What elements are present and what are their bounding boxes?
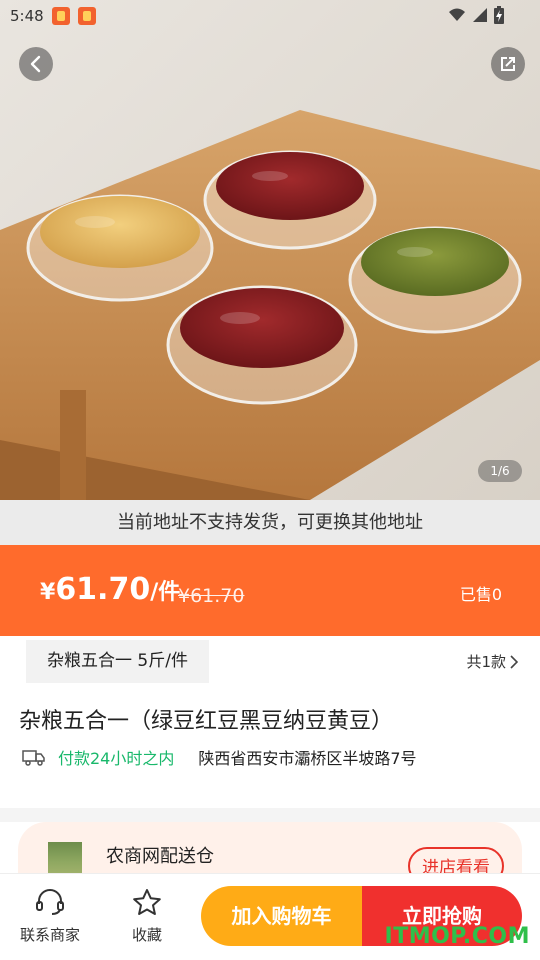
price-amount: 61.70 [55,572,151,607]
spec-option[interactable]: 杂粮五合一 5斤/件 [26,640,209,683]
currency-symbol: ¥ [40,580,56,605]
notification-app-icon-2 [77,7,96,25]
original-price: ¥61.70 [178,585,245,607]
price-unit: /件 [150,580,181,605]
status-bar: 5:48 [0,0,540,32]
watermark: ITMOP.COM [384,924,530,949]
shipping-row: 付款24小时之内 陕西省西安市灞桥区半坡路7号 [22,742,417,772]
headset-icon [36,889,64,915]
section-divider [0,808,540,822]
back-button[interactable] [19,47,53,81]
status-icons [448,6,504,24]
share-button[interactable] [491,47,525,81]
contact-label: 联系商家 [19,926,80,944]
status-time: 5:48 [10,7,44,25]
product-title: 杂粮五合一（绿豆红豆黑豆纳豆黄豆） [19,709,394,734]
add-to-cart-button[interactable]: 加入购物车 [201,886,362,946]
contact-merchant-button[interactable]: 联系商家 [10,888,90,945]
delivery-truck-icon [22,750,45,766]
spec-count-label: 共1款 [466,653,506,671]
beans-photo [0,0,540,500]
product-image[interactable]: 1/6 [0,0,540,500]
chevron-left-icon [30,55,41,73]
battery-icon [494,6,504,24]
address-notice[interactable]: 当前地址不支持发货，可更换其他地址 [0,500,540,545]
signal-icon [473,8,487,22]
favorite-label: 收藏 [131,926,162,944]
current-price: ¥61.70/件 [40,572,180,607]
share-icon [501,57,515,71]
favorite-button[interactable]: 收藏 [107,888,187,945]
spec-count[interactable]: 共1款 [466,651,518,672]
store-name: 农商网配送仓 [106,846,214,867]
wifi-icon [449,8,465,21]
notification-app-icon [51,7,70,25]
image-counter: 1/6 [478,460,522,482]
star-icon [133,889,161,915]
price-bar: ¥61.70/件 ¥61.70 已售0 [0,545,540,636]
shipping-time: 付款24小时之内 [58,749,175,768]
sold-count: 已售0 [459,585,502,604]
shipping-address: 陕西省西安市灞桥区半坡路7号 [198,749,417,768]
chevron-right-icon [510,654,518,669]
